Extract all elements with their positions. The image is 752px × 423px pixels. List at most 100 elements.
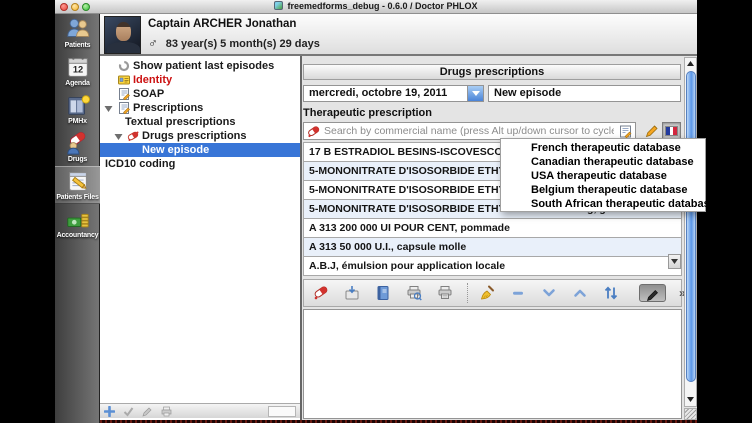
tree-horizontal-scrollbar[interactable] — [268, 406, 296, 417]
save-icon[interactable] — [343, 284, 361, 302]
patient-banner: Captain ARCHER Jonathan ♂ 83 year(s) 5 mo… — [100, 14, 697, 56]
section-label: Therapeutic prescription — [303, 107, 432, 119]
sidebar-item-drugs[interactable]: Drugs — [55, 128, 100, 166]
expand-triangle-icon[interactable] — [104, 104, 113, 113]
drug-list-item[interactable]: A 313 200 000 UI POUR CENT, pommade — [303, 218, 682, 238]
prescription-editor-area[interactable] — [303, 309, 682, 419]
clear-broom-icon[interactable] — [478, 284, 496, 302]
vertical-scrollbar[interactable] — [684, 57, 697, 407]
prescription-panel: Drugs prescriptions mercredi, octobre 19… — [302, 56, 697, 420]
drug-list-item[interactable]: A.B.J, émulsion pour application locale — [303, 256, 682, 276]
remove-line-icon[interactable] — [509, 284, 527, 302]
sidebar: Patients 12 Agenda PMHx Drugs Patients F… — [55, 14, 100, 423]
sort-drugs-icon[interactable] — [602, 284, 620, 302]
tree-item-label: Drugs prescriptions — [142, 129, 247, 143]
edit-pencil-icon[interactable] — [142, 406, 154, 417]
tree-item-label: Textual prescriptions — [125, 115, 235, 129]
tree-item-identity[interactable]: Identity — [100, 73, 300, 87]
add-episode-button[interactable] — [104, 406, 116, 417]
prescription-toolbar: » — [303, 279, 682, 307]
titlebar[interactable]: freemedforms_debug - 0.6.0 / Doctor PHLO… — [55, 0, 697, 14]
drug-book-icon[interactable] — [374, 284, 392, 302]
menu-item-belgium-db[interactable]: Belgium therapeutic database — [501, 183, 705, 197]
tree-item-label: ICD10 coding — [105, 157, 175, 171]
tree-item-icd10-coding[interactable]: ICD10 coding — [100, 157, 300, 171]
french-flag-icon — [665, 126, 678, 136]
sidebar-item-pmhx[interactable]: PMHx — [55, 90, 100, 128]
agenda-icon: 12 — [65, 54, 91, 80]
male-gender-icon: ♂ — [148, 35, 158, 50]
drug-list-item[interactable]: A 313 50 000 U.I., capsule molle — [303, 237, 682, 257]
expand-triangle-icon[interactable] — [114, 132, 123, 141]
tree-item-label: Identity — [133, 73, 172, 87]
move-down-icon[interactable] — [540, 284, 558, 302]
drug-prescription-icon — [127, 130, 139, 142]
tree-item-label: Prescriptions — [133, 101, 203, 115]
scrollbar-thumb[interactable] — [686, 71, 696, 382]
patient-info: ♂ 83 year(s) 5 month(s) 29 days — [148, 35, 320, 50]
app-window: freemedforms_debug - 0.6.0 / Doctor PHLO… — [55, 0, 697, 423]
print-preview-icon[interactable] — [405, 284, 423, 302]
sidebar-item-label: Accountancy — [55, 232, 100, 239]
scroll-down-arrow[interactable] — [685, 394, 696, 406]
sidebar-item-patients-files[interactable]: Patients Files — [55, 166, 100, 204]
sidebar-item-agenda[interactable]: 12 Agenda — [55, 52, 100, 90]
accountancy-icon — [65, 206, 91, 232]
notepad-icon — [118, 102, 130, 114]
move-up-icon[interactable] — [571, 284, 589, 302]
episode-date-value: mercredi, octobre 19, 2011 — [309, 87, 447, 99]
tree-item-textual-prescriptions[interactable]: Textual prescriptions — [100, 115, 300, 129]
sidebar-item-label: Drugs — [55, 156, 100, 163]
tree-footer-toolbar — [100, 403, 300, 418]
patients-files-icon — [65, 168, 91, 194]
menu-item-french-db[interactable]: French therapeutic database — [501, 141, 705, 155]
episode-date-combo[interactable]: mercredi, octobre 19, 2011 — [303, 85, 484, 102]
scroll-up-arrow[interactable] — [685, 58, 696, 70]
drug-search-input[interactable] — [324, 123, 614, 139]
window-title: freemedforms_debug - 0.6.0 / Doctor PHLO… — [287, 1, 477, 11]
panel-header: Drugs prescriptions — [303, 64, 681, 80]
tree-item-drugs-prescriptions[interactable]: Drugs prescriptions — [100, 129, 300, 143]
tree-item-prescriptions[interactable]: Prescriptions — [100, 101, 300, 115]
pmhx-icon — [65, 92, 91, 118]
tree-item-show-episodes[interactable]: Show patient last episodes — [100, 59, 300, 73]
edit-mode-pencil-button[interactable] — [639, 284, 666, 302]
episodes-icon — [118, 60, 130, 72]
validate-check-icon[interactable] — [123, 406, 135, 417]
sidebar-item-patients[interactable]: Patients — [55, 14, 100, 52]
toolbar-separator — [467, 283, 468, 303]
tree-item-soap[interactable]: SOAP — [100, 87, 300, 101]
patient-age: 83 year(s) 5 month(s) 29 days — [166, 38, 320, 50]
resize-grip[interactable] — [684, 408, 697, 420]
patient-name: Captain ARCHER Jonathan — [148, 18, 296, 30]
tree-item-new-episode[interactable]: New episode — [100, 143, 300, 157]
sidebar-item-label: Patients Files — [55, 194, 100, 201]
tree-item-label: SOAP — [133, 87, 164, 101]
drugs-icon — [65, 130, 91, 156]
app-icon — [274, 1, 283, 10]
drug-interaction-icon[interactable] — [312, 284, 330, 302]
notepad-icon — [118, 88, 130, 100]
navigation-tree: Show patient last episodes Identity SOAP… — [100, 56, 300, 420]
sidebar-item-label: Agenda — [55, 80, 100, 87]
menu-item-south-african-db[interactable]: South African therapeutic database — [501, 197, 705, 211]
episode-title-field[interactable]: New episode — [488, 85, 681, 102]
identity-card-icon — [118, 74, 130, 86]
menu-item-usa-db[interactable]: USA therapeutic database — [501, 169, 705, 183]
database-menu: French therapeutic database Canadian the… — [500, 138, 706, 212]
printer-icon[interactable] — [161, 406, 173, 417]
list-scroll-down-arrow[interactable] — [668, 254, 681, 269]
printer-icon[interactable] — [436, 284, 454, 302]
combo-dropdown-button[interactable] — [467, 86, 483, 101]
sidebar-item-accountancy[interactable]: Accountancy — [55, 204, 100, 242]
patient-photo[interactable] — [104, 16, 141, 54]
sidebar-item-label: Patients — [55, 42, 100, 49]
sidebar-item-label: PMHx — [55, 118, 100, 125]
menu-item-canadian-db[interactable]: Canadian therapeutic database — [501, 155, 705, 169]
tree-item-label: Show patient last episodes — [133, 59, 274, 73]
svg-text:12: 12 — [72, 65, 82, 75]
drug-search-icon — [307, 125, 320, 138]
title-area: freemedforms_debug - 0.6.0 / Doctor PHLO… — [55, 1, 697, 11]
patients-icon — [65, 16, 91, 42]
search-note-icon[interactable] — [619, 125, 632, 138]
